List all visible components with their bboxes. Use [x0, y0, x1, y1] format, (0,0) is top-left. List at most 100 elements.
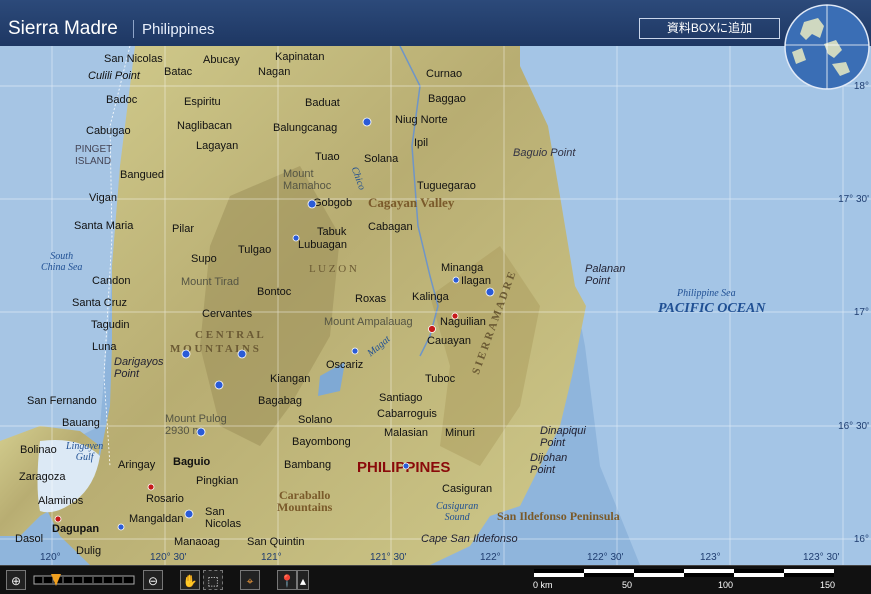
place-bambang: Bambang — [284, 459, 332, 471]
marker-dropdown-icon[interactable]: ▴ — [297, 570, 309, 590]
place-oscariz: Oscariz — [326, 359, 364, 371]
scale-label: 50 — [622, 580, 633, 590]
region-cagayan-valley: Cagayan Valley — [368, 195, 455, 210]
place-san-ildefonso-peninsula: San Ildefonso Peninsula — [497, 509, 620, 523]
sea-philippine-sea: Philippine Sea — [677, 288, 736, 299]
range-caraballo-mountains: Caraballo Mountains — [277, 488, 333, 514]
place-mount-pulog: Mount Pulog 2930 m — [165, 413, 227, 437]
place-cervantes: Cervantes — [202, 308, 253, 320]
place-batac: Batac — [164, 66, 193, 78]
map-toolbar: ⊕ ⊖ ✋ ⬚ ⌖ 📍 ▴ 0 km 50 100 150 — [0, 565, 871, 594]
place-san-nicolas-2: San Nicolas — [205, 506, 242, 530]
place-mount-tirad: Mount Tirad — [181, 276, 240, 288]
place-mount-ampalauag: Mount Ampalauag — [324, 316, 413, 328]
lon-tick: 123° — [700, 552, 721, 563]
sea-pacific-ocean: PACIFIC OCEAN — [658, 301, 766, 316]
place-cape-san-ildefonso: Cape San Ildefonso — [421, 533, 518, 545]
place-aringay: Aringay — [118, 459, 156, 471]
place-zaragoza: Zaragoza — [19, 471, 66, 483]
scale-label: 150 — [820, 580, 836, 590]
zoom-out-icon[interactable]: ⊖ — [143, 570, 163, 590]
place-lubuagan: Lubuagan — [298, 239, 347, 251]
place-tuguegarao: Tuguegarao — [417, 180, 476, 192]
map-canvas[interactable]: San Nicolas Batac Abucay Kapinatan Nagan… — [0, 46, 871, 565]
sea-lingayen-gulf: Lingayen Gulf — [66, 441, 104, 463]
place-tuao: Tuao — [315, 151, 340, 163]
lat-tick: 16° 30' — [838, 421, 869, 432]
place-bagabag: Bagabag — [258, 395, 303, 407]
place-bontoc: Bontoc — [257, 286, 292, 298]
place-pingkian: Pingkian — [196, 475, 239, 487]
place-mangaldan: Mangaldan — [129, 513, 184, 525]
sea-casiguran-sound: Casiguran Sound — [436, 501, 479, 523]
place-dagupan: Dagupan — [52, 523, 100, 535]
place-solana: Solana — [364, 153, 399, 165]
place-dinapiqui-point: Dinapiqui Point — [540, 425, 586, 449]
scale-bar-graphic — [534, 569, 834, 577]
page-subtitle: Philippines — [142, 21, 215, 38]
place-balungcanag: Balungcanag — [273, 122, 338, 134]
place-supo: Supo — [191, 253, 217, 265]
place-cabagan: Cabagan — [368, 221, 413, 233]
center-target-icon[interactable]: ⌖ — [240, 570, 260, 590]
place-tagudin: Tagudin — [91, 319, 130, 331]
place-curnao: Curnao — [426, 68, 463, 80]
header-bar: Sierra Madre Philippines 資料BOXに追加 — [0, 0, 871, 47]
place-tulgao: Tulgao — [238, 244, 272, 256]
place-ilagan: Ilagan — [461, 275, 491, 287]
place-dasol: Dasol — [15, 533, 44, 545]
country-philippines: PHILIPPINES — [357, 459, 451, 476]
place-luna: Luna — [92, 341, 117, 353]
marker-icon[interactable]: 📍 — [277, 570, 297, 590]
place-candon: Candon — [92, 275, 131, 287]
range-central: C E N T R A L — [195, 329, 264, 341]
scale-label: 0 km — [533, 580, 553, 590]
lat-tick: 16° — [853, 534, 869, 545]
place-palanan-point: Palanan Point — [585, 263, 626, 287]
zoom-in-icon[interactable]: ⊕ — [6, 570, 26, 590]
place-bauang: Bauang — [62, 417, 100, 429]
place-mount-mamahoc: Mount Mamahoc — [283, 168, 332, 192]
place-baduat: Baduat — [305, 97, 340, 109]
place-naguilian: Naguilian — [440, 316, 486, 328]
place-alaminos: Alaminos — [38, 495, 84, 507]
lon-tick: 123° 30' — [803, 552, 840, 563]
place-niug-norte: Niug Norte — [395, 114, 448, 126]
place-san-quintin: San Quintin — [247, 536, 305, 548]
place-baguio-point: Baguio Point — [513, 147, 576, 159]
lat-tick: 17° 30' — [838, 194, 869, 205]
place-tabuk: Tabuk — [317, 226, 347, 238]
place-cabarroguis: Cabarroguis — [377, 408, 437, 420]
select-area-icon[interactable]: ⬚ — [203, 570, 223, 590]
place-casiguran: Casiguran — [442, 483, 493, 495]
hand-pan-icon[interactable]: ✋ — [180, 570, 200, 590]
place-solano: Solano — [298, 414, 333, 426]
place-dijohan-point: Dijohan Point — [530, 452, 568, 476]
title-divider — [133, 20, 134, 38]
add-to-box-button[interactable]: 資料BOXに追加 — [639, 18, 780, 39]
place-kalinga: Kalinga — [412, 291, 449, 303]
place-tuboc: Tuboc — [425, 373, 456, 385]
globe-locator-icon[interactable] — [784, 4, 870, 90]
place-bayombong: Bayombong — [292, 436, 351, 448]
place-santa-cruz: Santa Cruz — [72, 297, 128, 309]
place-pilar: Pilar — [172, 223, 195, 235]
place-minuri: Minuri — [445, 427, 475, 439]
zoom-slider[interactable] — [33, 570, 135, 590]
place-minanga: Minanga — [441, 262, 484, 274]
scale-label: 100 — [718, 580, 734, 590]
place-roxas: Roxas — [355, 293, 387, 305]
place-malasian: Malasian — [384, 427, 429, 439]
scale-bar: 0 km 50 100 150 — [530, 566, 840, 594]
lat-tick: 17° — [853, 307, 869, 318]
place-pinget-island: PINGET ISLAND — [75, 144, 113, 167]
place-bangued: Bangued — [120, 169, 165, 181]
place-dulig: Dulig — [76, 545, 102, 557]
place-manaoag: Manaoag — [174, 536, 220, 548]
place-kiangan: Kiangan — [270, 373, 311, 385]
place-ipil: Ipil — [414, 137, 429, 149]
place-luzon: L U Z O N — [309, 263, 357, 275]
place-santa-maria: Santa Maria — [74, 220, 134, 232]
place-cauayan: Cauayan — [427, 335, 472, 347]
lon-tick: 122° 30' — [587, 552, 624, 563]
